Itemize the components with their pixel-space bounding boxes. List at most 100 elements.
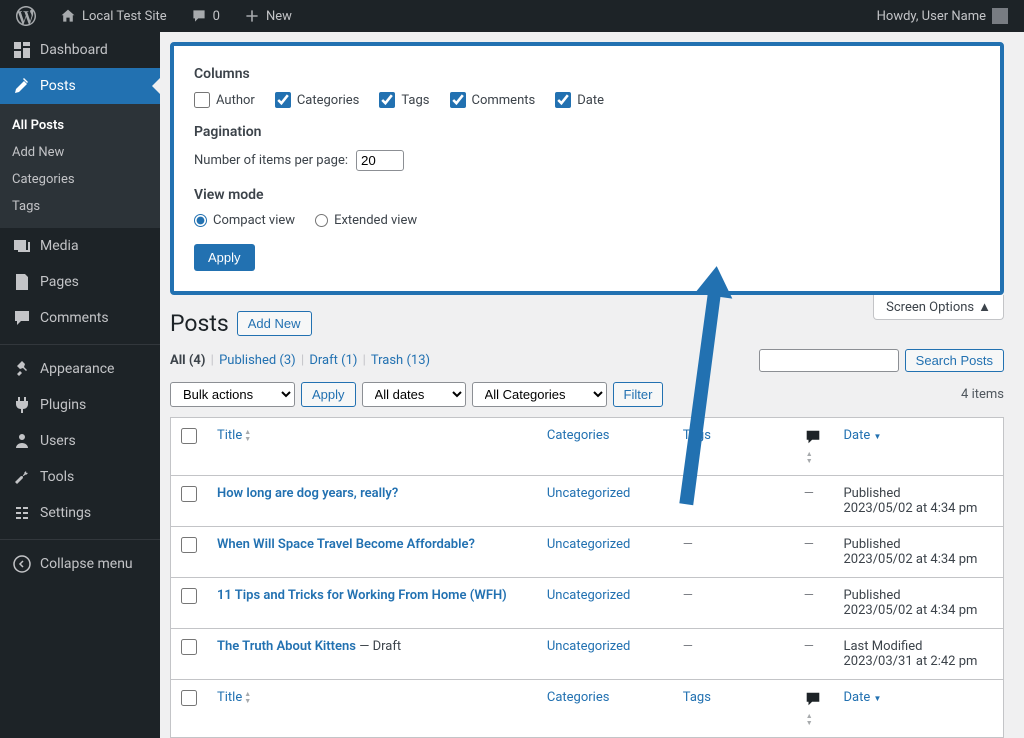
column-title[interactable]: Title [207, 418, 537, 476]
sidebar-item-posts[interactable]: Posts [0, 68, 160, 104]
bulk-actions-select[interactable]: Bulk actions [170, 382, 295, 407]
comments-checkbox[interactable] [450, 92, 466, 108]
column-date[interactable]: Date ▼ [833, 418, 1003, 476]
submenu-tags[interactable]: Tags [0, 193, 160, 220]
sidebar-item-pages[interactable]: Pages [0, 264, 160, 300]
sidebar-item-tools[interactable]: Tools [0, 459, 160, 495]
page-title: Posts [170, 310, 229, 337]
extended-radio[interactable] [315, 214, 328, 227]
post-title-link[interactable]: When Will Space Travel Become Affordable… [217, 537, 475, 552]
comments-value: — [804, 639, 814, 654]
date-checkbox-label[interactable]: Date [555, 92, 604, 108]
sidebar-item-appearance[interactable]: Appearance [0, 344, 160, 387]
compact-view-label[interactable]: Compact view [194, 213, 295, 228]
post-state: — Draft [356, 639, 401, 654]
filter-all[interactable]: All (4) [170, 353, 205, 368]
apply-bulk-button[interactable]: Apply [301, 382, 356, 407]
tablenav-top: Bulk actions Apply All dates All Categor… [160, 382, 1024, 417]
sidebar-item-settings[interactable]: Settings [0, 495, 160, 531]
posts-submenu: All Posts Add New Categories Tags [0, 104, 160, 228]
post-date: 2023/05/02 at 4:34 pm [843, 552, 977, 567]
admin-sidebar: Dashboard Posts All Posts Add New Catego… [0, 32, 160, 738]
search-posts-button[interactable]: Search Posts [905, 349, 1004, 372]
comments-icon [12, 308, 32, 328]
submenu-categories[interactable]: Categories [0, 166, 160, 193]
row-checkbox[interactable] [181, 537, 197, 553]
sidebar-label: Users [40, 433, 76, 449]
items-count: 4 items [961, 387, 1004, 402]
category-filter-select[interactable]: All Categories [472, 382, 607, 407]
view-mode-radios: Compact view Extended view [194, 213, 980, 228]
extended-view-label[interactable]: Extended view [315, 213, 417, 228]
filter-button[interactable]: Filter [613, 382, 664, 407]
date-filter-select[interactable]: All dates [362, 382, 466, 407]
tags-value: — [683, 537, 693, 552]
site-name: Local Test Site [82, 9, 167, 24]
new-label: New [266, 9, 292, 24]
tools-icon [12, 467, 32, 487]
compact-radio[interactable] [194, 214, 207, 227]
comments-checkbox-label[interactable]: Comments [450, 92, 536, 108]
categories-checkbox-label[interactable]: Categories [275, 92, 360, 108]
sidebar-item-dashboard[interactable]: Dashboard [0, 32, 160, 68]
row-checkbox[interactable] [181, 639, 197, 655]
table-header-row: Title Categories Tags Date ▼ [171, 418, 1004, 476]
category-link[interactable]: Uncategorized [547, 486, 630, 501]
category-link[interactable]: Uncategorized [547, 537, 630, 552]
category-link[interactable]: Uncategorized [547, 639, 630, 654]
sidebar-item-media[interactable]: Media [0, 228, 160, 264]
row-checkbox[interactable] [181, 588, 197, 604]
per-page-input[interactable] [356, 150, 404, 171]
post-title-link[interactable]: The Truth About Kittens [217, 639, 356, 654]
column-title-footer[interactable]: Title [207, 680, 537, 738]
column-tags: Tags [673, 418, 794, 476]
comments-link[interactable]: 0 [183, 0, 228, 32]
sidebar-item-collapse[interactable]: Collapse menu [0, 539, 160, 582]
submenu-all-posts[interactable]: All Posts [0, 112, 160, 139]
post-title-link[interactable]: How long are dog years, really? [217, 486, 398, 501]
select-all-checkbox-footer[interactable] [181, 690, 197, 706]
submenu-add-new[interactable]: Add New [0, 139, 160, 166]
apply-screen-options-button[interactable]: Apply [194, 244, 255, 271]
sidebar-label: Comments [40, 310, 109, 326]
sidebar-item-comments[interactable]: Comments [0, 300, 160, 336]
filter-trash[interactable]: Trash (13) [371, 353, 430, 368]
user-account-link[interactable]: Howdy, User Name [869, 0, 1016, 32]
appearance-icon [12, 359, 32, 379]
sidebar-label: Posts [40, 78, 76, 94]
post-status: Published [843, 537, 993, 552]
filter-draft[interactable]: Draft (1) [309, 353, 357, 368]
page-icon [12, 272, 32, 292]
sidebar-item-plugins[interactable]: Plugins [0, 387, 160, 423]
categories-checkbox[interactable] [275, 92, 291, 108]
site-name-link[interactable]: Local Test Site [52, 0, 175, 32]
new-content-link[interactable]: New [236, 0, 300, 32]
admin-bar-left: Local Test Site 0 New [8, 0, 300, 32]
row-checkbox[interactable] [181, 486, 197, 502]
search-posts-input[interactable] [759, 349, 899, 372]
howdy-text: Howdy, User Name [877, 9, 986, 24]
add-new-post-button[interactable]: Add New [237, 311, 312, 336]
sidebar-label: Appearance [40, 361, 114, 377]
select-all-checkbox[interactable] [181, 428, 197, 444]
column-comments-footer[interactable] [794, 680, 834, 738]
tags-checkbox-label[interactable]: Tags [379, 92, 429, 108]
sidebar-label: Media [40, 238, 79, 254]
columns-checkboxes: Author Categories Tags Comments Date [194, 92, 980, 108]
sidebar-item-users[interactable]: Users [0, 423, 160, 459]
avatar [992, 8, 1008, 24]
table-row: How long are dog years, really? Uncatego… [171, 476, 1004, 527]
date-checkbox[interactable] [555, 92, 571, 108]
tags-checkbox[interactable] [379, 92, 395, 108]
status-filter-links: All (4) | Published (3) | Draft (1) | Tr… [170, 353, 430, 368]
column-date-footer[interactable]: Date ▼ [833, 680, 1003, 738]
tags-value: — [683, 486, 693, 501]
filter-published[interactable]: Published (3) [219, 353, 296, 368]
per-page-label: Number of items per page: [194, 153, 348, 168]
author-checkbox[interactable] [194, 92, 210, 108]
screen-options-tab[interactable]: Screen Options ▲ [873, 295, 1004, 320]
wp-logo[interactable] [8, 0, 44, 32]
screen-options-panel: Columns Author Categories Tags Comments … [170, 42, 1004, 295]
author-checkbox-label[interactable]: Author [194, 92, 255, 108]
column-comments[interactable] [794, 418, 834, 476]
